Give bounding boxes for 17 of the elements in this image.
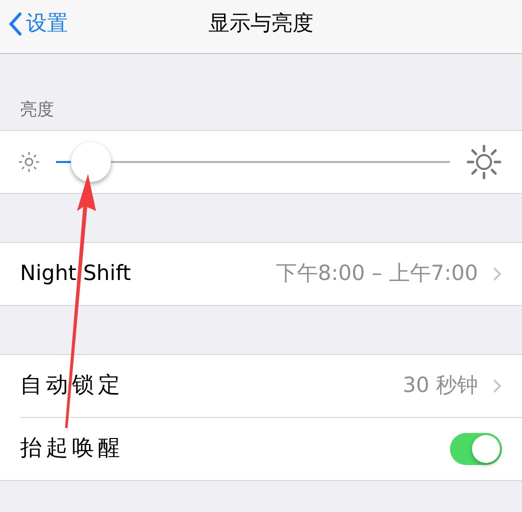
back-button[interactable]: 设置 bbox=[8, 8, 68, 40]
night-shift-row[interactable]: Night Shift 下午8:00 – 上午7:00 bbox=[0, 242, 522, 304]
section-header: 亮度 bbox=[20, 100, 54, 120]
sun-large-icon bbox=[466, 144, 502, 180]
row-value: 下午8:00 – 上午7:00 bbox=[276, 260, 478, 287]
screen-title: 显示与亮度 bbox=[208, 11, 314, 35]
slider-thumb[interactable] bbox=[71, 142, 112, 182]
back-icon bbox=[8, 12, 22, 36]
row-label: 抬起唤醒 bbox=[20, 435, 124, 463]
toggle-switch[interactable] bbox=[450, 432, 502, 464]
chevron-icon bbox=[492, 266, 502, 282]
row-label: Night Shift bbox=[20, 260, 131, 287]
sun-small-icon bbox=[18, 150, 40, 172]
settings-row[interactable]: 自动锁定 30 秒钟 bbox=[0, 354, 522, 416]
row-value: 30 秒钟 bbox=[402, 372, 478, 399]
chevron-icon bbox=[492, 378, 502, 394]
row-label: 自动锁定 bbox=[20, 372, 124, 400]
